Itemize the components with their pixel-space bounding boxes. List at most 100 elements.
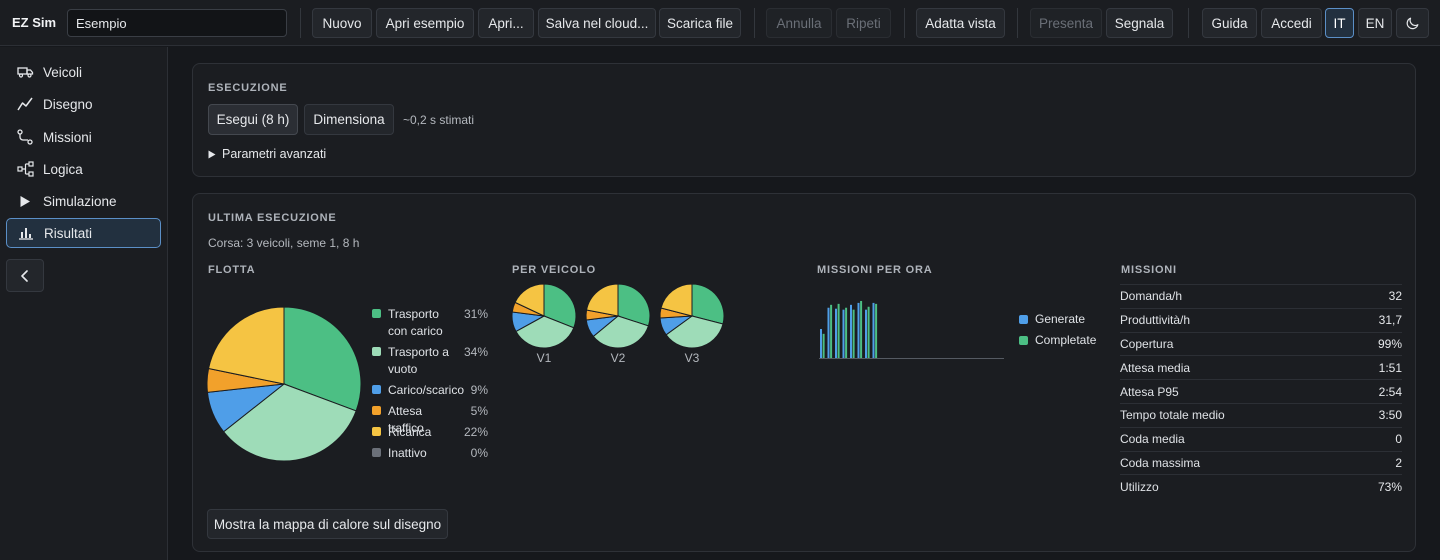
table-row: Attesa media 1:51 xyxy=(1120,355,1402,379)
sidebar: Veicoli Disegno Missioni Logica Simulazi… xyxy=(0,47,168,560)
disclosure-triangle-icon xyxy=(208,150,216,158)
login-button[interactable]: Accedi xyxy=(1261,8,1322,38)
bar xyxy=(867,306,870,358)
document-name-input[interactable] xyxy=(67,9,287,37)
legend-swatch xyxy=(372,448,381,457)
toolbar-divider xyxy=(1017,8,1018,38)
route-icon xyxy=(16,129,34,145)
sidebar-item-label: Logica xyxy=(43,161,83,177)
metric-label: Tempo totale medio xyxy=(1120,408,1225,423)
bar xyxy=(827,307,830,358)
download-button[interactable]: Scarica file xyxy=(659,8,741,38)
legend-percent: 0% xyxy=(470,446,488,460)
bar xyxy=(830,304,833,358)
sidebar-item-veicoli[interactable]: Veicoli xyxy=(6,57,161,87)
collapse-sidebar-button[interactable] xyxy=(6,259,44,292)
sidebar-item-label: Disegno xyxy=(43,96,93,112)
table-row: Domanda/h 32 xyxy=(1120,284,1402,308)
app-title: EZ Sim xyxy=(12,15,57,30)
fleet-heading: FLOTTA xyxy=(208,264,256,276)
theme-toggle-button[interactable] xyxy=(1396,8,1429,38)
sidebar-item-missioni[interactable]: Missioni xyxy=(6,122,161,152)
metric-value: 3:50 xyxy=(1378,408,1402,423)
toolbar-divider xyxy=(904,8,905,38)
sidebar-item-label: Missioni xyxy=(43,129,92,145)
advanced-params-toggle[interactable]: Parametri avanzati xyxy=(208,147,326,161)
missions-per-hour-chart xyxy=(819,300,1004,359)
legend-swatch xyxy=(1019,314,1028,324)
metric-label: Attesa media xyxy=(1120,360,1191,375)
per-vehicle-heading: PER VEICOLO xyxy=(512,264,596,276)
sidebar-item-disegno[interactable]: Disegno xyxy=(6,89,161,119)
present-button[interactable]: Presenta xyxy=(1030,8,1102,38)
language-en-button[interactable]: EN xyxy=(1358,8,1392,38)
bar xyxy=(875,303,878,358)
metric-value: 0 xyxy=(1395,432,1402,447)
heatmap-button[interactable]: Mostra la mappa di calore sul disegno xyxy=(207,509,448,539)
undo-button[interactable]: Annulla xyxy=(766,8,832,38)
metric-label: Coda media xyxy=(1120,432,1185,447)
metric-value: 2:54 xyxy=(1378,384,1402,399)
toolbar-divider xyxy=(300,8,301,38)
bar xyxy=(837,303,840,358)
help-button[interactable]: Guida xyxy=(1202,8,1257,38)
language-it-button[interactable]: IT xyxy=(1325,8,1354,38)
metric-label: Coda massima xyxy=(1120,455,1201,470)
table-row: Copertura 99% xyxy=(1120,331,1402,356)
missions-table: Domanda/h 32 Produttività/h 31,7 Copertura 99… xyxy=(1120,284,1402,498)
legend-item: Carico/scarico 9% xyxy=(372,382,488,399)
open-example-button[interactable]: Apri esempio xyxy=(376,8,474,38)
chevron-left-icon xyxy=(21,269,28,282)
sidebar-item-simulazione[interactable]: Simulazione xyxy=(6,186,161,216)
report-button[interactable]: Segnala xyxy=(1106,8,1173,38)
bar xyxy=(835,308,837,358)
play-icon xyxy=(16,193,34,209)
open-button[interactable]: Apri... xyxy=(478,8,534,38)
bar xyxy=(842,309,845,358)
table-row: Produttività/h 31,7 xyxy=(1120,307,1402,332)
legend-swatch xyxy=(372,427,381,436)
metric-label: Produttività/h xyxy=(1120,313,1191,328)
results-chart-icon xyxy=(17,225,35,241)
vehicle-pie-chart xyxy=(585,283,651,349)
legend-label: Carico/scarico xyxy=(388,383,465,397)
fit-view-button[interactable]: Adatta vista xyxy=(916,8,1005,38)
legend-item: Trasporto a vuoto 34% xyxy=(372,344,488,378)
legend-label: Completate xyxy=(1035,333,1097,347)
execution-panel: ESECUZIONE Esegui (8 h) Dimensiona ~0,2 … xyxy=(192,63,1416,177)
bar xyxy=(845,307,848,358)
metric-value: 73% xyxy=(1377,479,1402,494)
legend-item: Trasporto con carico 31% xyxy=(372,306,488,340)
size-button[interactable]: Dimensiona xyxy=(304,104,394,135)
metric-label: Domanda/h xyxy=(1120,289,1183,304)
legend-percent: 22% xyxy=(463,425,488,439)
redo-button[interactable]: Ripeti xyxy=(836,8,891,38)
flow-icon xyxy=(16,161,34,177)
bar xyxy=(822,333,825,358)
table-row: Tempo totale medio 3:50 xyxy=(1120,402,1402,427)
legend-label: Trasporto a vuoto xyxy=(388,345,449,376)
bar xyxy=(820,329,822,358)
sidebar-item-label: Simulazione xyxy=(43,193,117,209)
vehicle-label: V3 xyxy=(684,351,700,365)
toolbar-divider xyxy=(754,8,755,38)
legend-label: Inattivo xyxy=(388,446,427,460)
save-cloud-button[interactable]: Salva nel cloud... xyxy=(538,8,656,38)
new-button[interactable]: Nuovo xyxy=(312,8,372,38)
bar xyxy=(850,304,852,358)
metric-label: Copertura xyxy=(1120,336,1174,351)
metric-value: 31,7 xyxy=(1378,313,1402,328)
metric-label: Utilizzo xyxy=(1120,479,1159,494)
sidebar-item-risultati[interactable]: Risultati xyxy=(6,218,161,248)
sidebar-item-logica[interactable]: Logica xyxy=(6,154,161,184)
vehicle-pie-chart xyxy=(511,283,577,349)
run-button[interactable]: Esegui (8 h) xyxy=(208,104,298,135)
legend-swatch xyxy=(372,309,381,318)
sidebar-item-label: Veicoli xyxy=(43,64,83,80)
vehicle-label: V1 xyxy=(536,351,552,365)
sidebar-item-label: Risultati xyxy=(44,225,93,241)
bar xyxy=(852,309,855,358)
metric-value: 2 xyxy=(1395,455,1402,470)
table-row: Coda media 0 xyxy=(1120,426,1402,451)
bar xyxy=(865,309,867,358)
